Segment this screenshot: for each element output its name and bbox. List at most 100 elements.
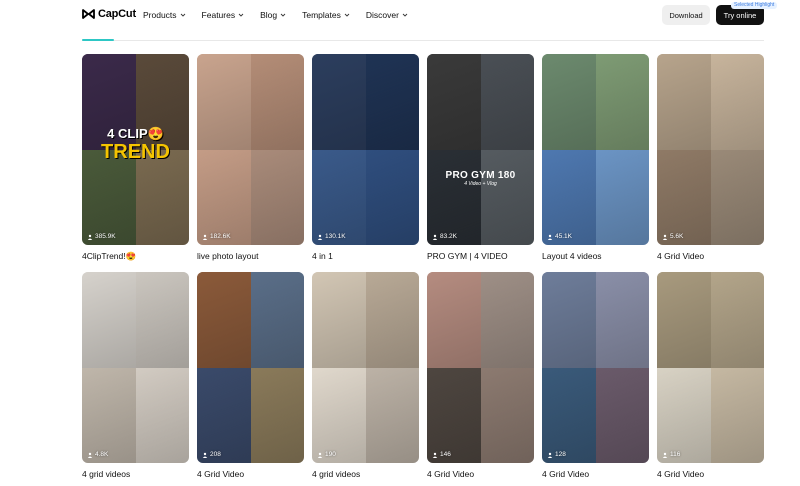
template-thumbnail[interactable]: 4.8K: [82, 272, 189, 463]
thumbnail-quadrant: [657, 54, 711, 150]
active-tab-indicator: [82, 39, 114, 41]
thumbnail-quadrant: [250, 367, 304, 463]
thumbnail-quadrant: [250, 54, 304, 150]
template-title[interactable]: 4 grid videos: [312, 469, 360, 479]
overlay-line1: 4 CLIP😍: [107, 126, 164, 141]
view-count-value: 385.9K: [95, 233, 116, 240]
thumbnail-quadrant: [542, 367, 596, 463]
template-title[interactable]: 4 in 1: [312, 251, 333, 261]
template-thumbnail[interactable]: 4 CLIP😍 TREND 385.9K: [82, 54, 189, 245]
nav-templates-label: Templates: [302, 10, 341, 20]
thumbnail-quadrant: [480, 272, 534, 368]
view-count: 385.9K: [87, 233, 116, 240]
thumbnail-quadrant: [657, 149, 711, 245]
template-thumbnail[interactable]: 190: [312, 272, 419, 463]
chevron-down-icon: [344, 13, 350, 17]
thumbnail-quadrant: [135, 149, 189, 245]
nav-products[interactable]: Products: [143, 10, 186, 20]
download-button[interactable]: Download: [662, 5, 710, 25]
thumbnail-quadrant: [710, 54, 764, 150]
thumbnail-quadrant: [542, 272, 596, 368]
thumbnail-quadrant: [427, 149, 481, 245]
thumbnail-quadrant: [82, 367, 136, 463]
view-count-value: 83.2K: [440, 233, 457, 240]
overlay-line1: PRO GYM 180: [445, 170, 516, 181]
thumbnail-quadrant: [427, 272, 481, 368]
thumbnail-quadrant: [197, 272, 251, 368]
view-count: 83.2K: [432, 233, 457, 240]
thumbnail-quadrant: [365, 272, 419, 368]
thumbnail-quadrant: [365, 54, 419, 150]
view-count: 190: [317, 451, 336, 458]
template-thumbnail[interactable]: 208: [197, 272, 304, 463]
brand-name: CapCut: [98, 8, 136, 20]
template-thumbnail[interactable]: 5.6K: [657, 54, 764, 245]
template-title[interactable]: 4ClipTrend!😍: [82, 251, 136, 262]
view-count: 128: [547, 451, 566, 458]
template-title[interactable]: PRO GYM | 4 VIDEO: [427, 251, 508, 261]
view-count-value: 116: [670, 451, 681, 458]
template-thumbnail[interactable]: PRO GYM 180 4 Video + Vlog 83.2K: [427, 54, 534, 245]
thumbnail-quadrant: [365, 149, 419, 245]
nav-discover[interactable]: Discover: [366, 10, 408, 20]
nav-products-label: Products: [143, 10, 177, 20]
thumbnail-quadrant: [542, 149, 596, 245]
tabs-divider: [82, 40, 764, 41]
uses-icon: [87, 234, 93, 240]
template-thumbnail[interactable]: 45.1K: [542, 54, 649, 245]
site-header: CapCut Products Features Blog Templates …: [0, 0, 800, 30]
thumbnail-quadrant: [427, 367, 481, 463]
capcut-logo[interactable]: CapCut: [82, 8, 136, 20]
uses-icon: [202, 452, 208, 458]
template-title[interactable]: Layout 4 videos: [542, 251, 602, 261]
template-title[interactable]: 4 grid videos: [82, 469, 130, 479]
template-title[interactable]: 4 Grid Video: [197, 469, 244, 479]
thumbnail-quadrant: [82, 149, 136, 245]
thumbnail-quadrant: [250, 149, 304, 245]
template-title[interactable]: 4 Grid Video: [542, 469, 589, 479]
view-count: 116: [662, 451, 680, 458]
view-count: 4.8K: [87, 451, 108, 458]
nav-features-label: Features: [201, 10, 236, 20]
thumbnail-overlay-text: PRO GYM 180 4 Video + Vlog: [427, 170, 534, 187]
thumbnail-overlay-text: 4 CLIP😍 TREND: [82, 126, 189, 162]
overlay-line2: TREND: [101, 141, 170, 163]
template-title[interactable]: 4 Grid Video: [657, 469, 704, 479]
thumbnail-quadrant: [480, 54, 534, 150]
view-count: 208: [202, 451, 221, 458]
nav-templates[interactable]: Templates: [302, 10, 350, 20]
uses-icon: [317, 452, 323, 458]
thumbnail-quadrant: [250, 272, 304, 368]
thumbnail-quadrant: [595, 54, 649, 150]
template-thumbnail[interactable]: 116: [657, 272, 764, 463]
thumbnail-quadrant: [710, 272, 764, 368]
thumbnail-quadrant: [595, 367, 649, 463]
thumbnail-quadrant: [312, 367, 366, 463]
template-title[interactable]: 4 Grid Video: [427, 469, 474, 479]
view-count: 45.1K: [547, 233, 572, 240]
nav-features[interactable]: Features: [202, 10, 245, 20]
thumbnail-quadrant: [197, 149, 251, 245]
thumbnail-quadrant: [197, 54, 251, 150]
uses-icon: [547, 234, 553, 240]
chevron-down-icon: [238, 13, 244, 17]
thumbnail-quadrant: [135, 367, 189, 463]
chevron-down-icon: [180, 13, 185, 17]
template-title[interactable]: 4 Grid Video: [657, 251, 704, 261]
thumbnail-quadrant: [480, 367, 534, 463]
view-count: 5.6K: [662, 233, 683, 240]
template-thumbnail[interactable]: 130.1K: [312, 54, 419, 245]
overlay-line2: 4 Video + Vlog: [464, 181, 497, 187]
template-thumbnail[interactable]: 128: [542, 272, 649, 463]
view-count-value: 45.1K: [555, 233, 572, 240]
nav-discover-label: Discover: [365, 10, 399, 20]
nav-blog[interactable]: Blog: [260, 10, 286, 20]
chevron-down-icon: [402, 13, 408, 17]
template-title[interactable]: live photo layout: [197, 251, 258, 261]
uses-icon: [662, 234, 668, 240]
nav-blog-label: Blog: [260, 10, 278, 20]
thumbnail-quadrant: [657, 367, 711, 463]
uses-icon: [202, 234, 208, 240]
template-thumbnail[interactable]: 182.6K: [197, 54, 304, 245]
template-thumbnail[interactable]: 146: [427, 272, 534, 463]
